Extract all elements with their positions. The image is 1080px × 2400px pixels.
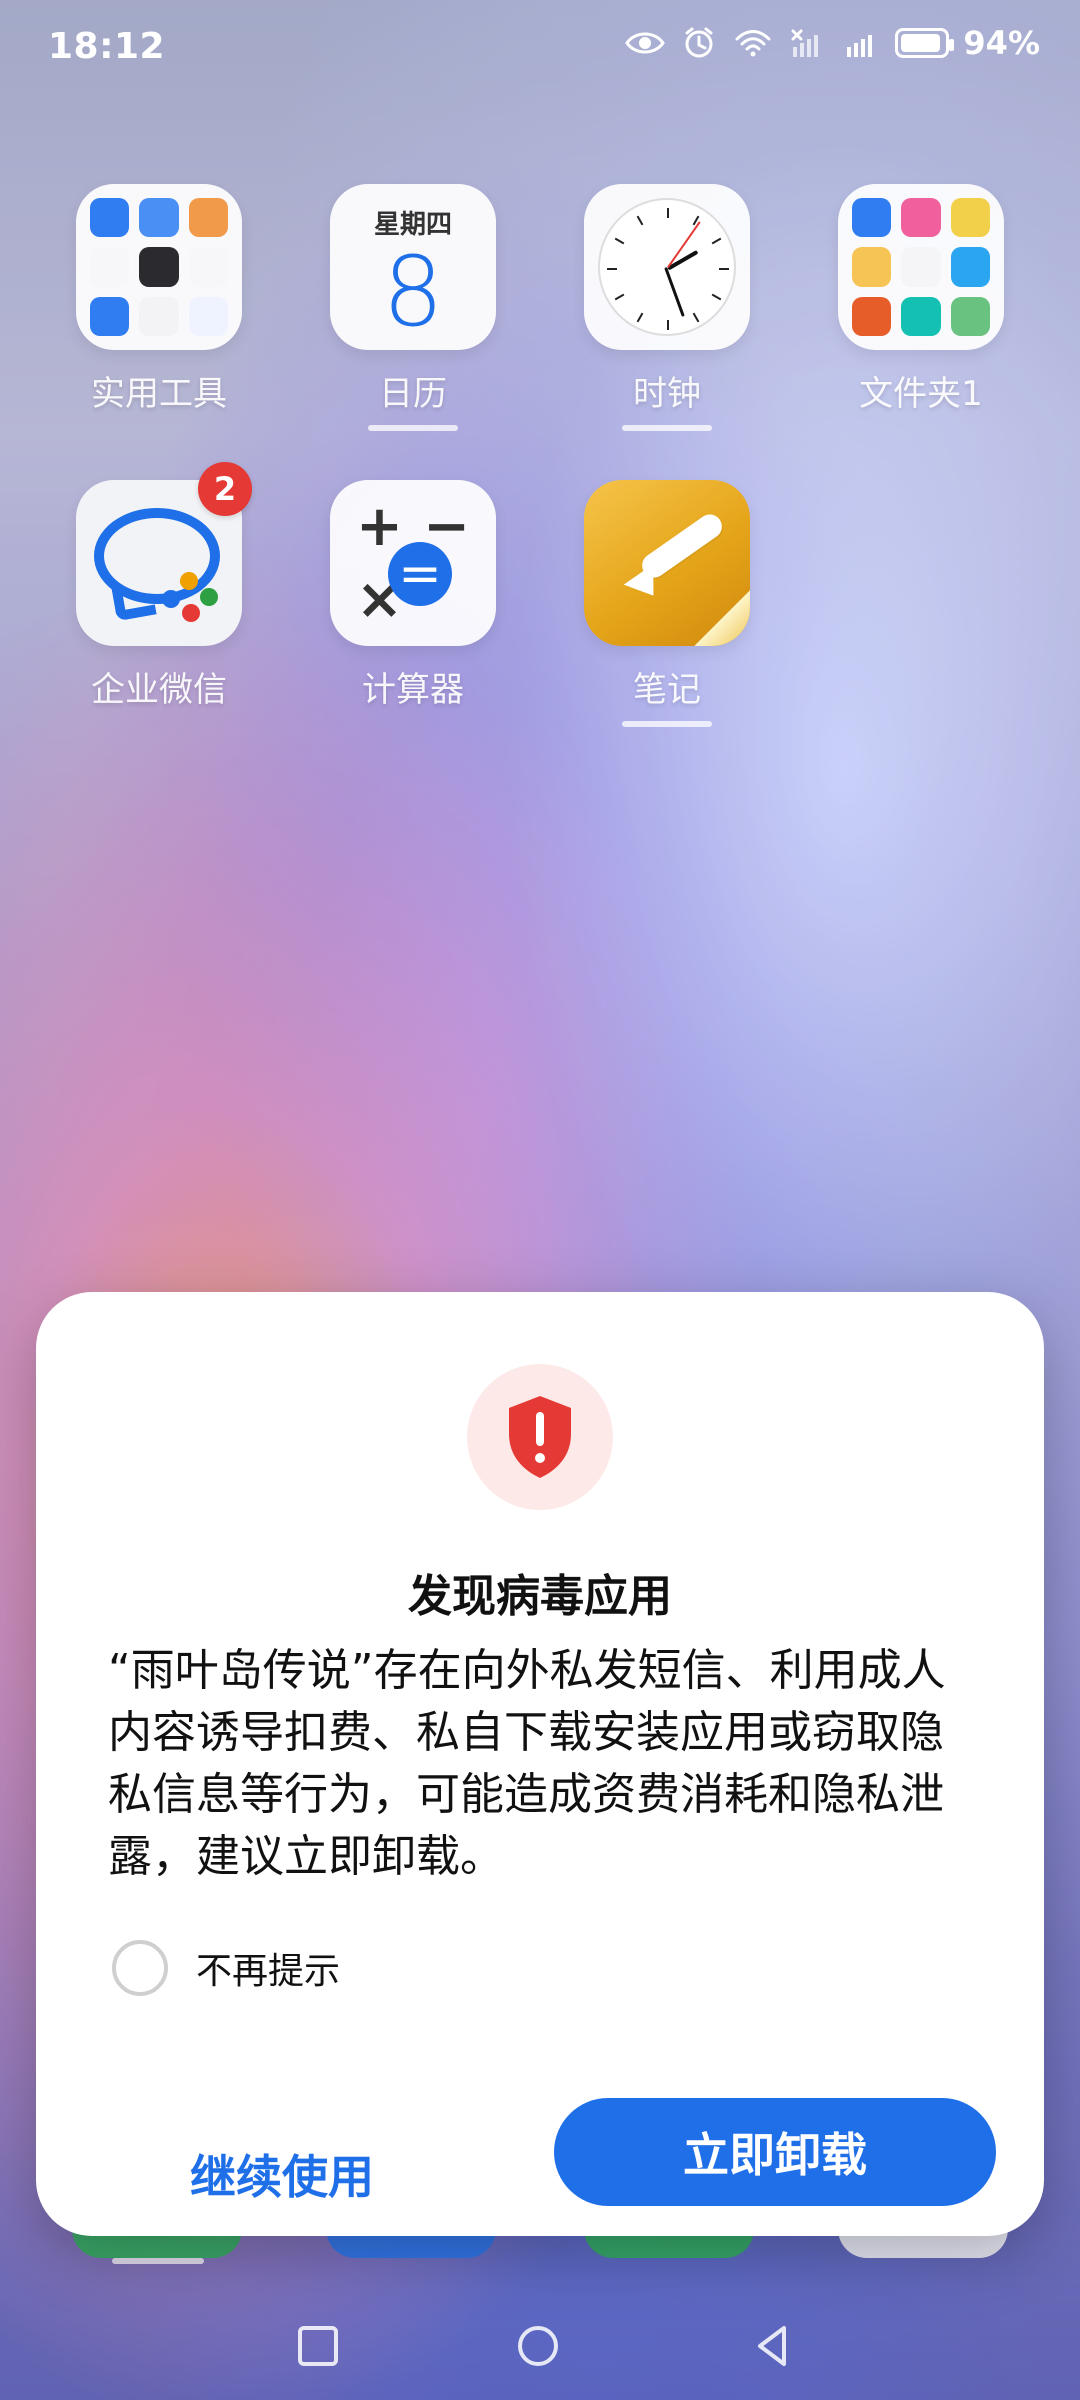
calculator-icon[interactable]: + − × =: [330, 480, 496, 646]
app-notes[interactable]: 笔记: [582, 480, 752, 727]
app-label: 实用工具: [91, 374, 227, 414]
notification-badge: 2: [198, 462, 252, 516]
wecom-icon[interactable]: 2: [76, 462, 252, 646]
calculator-symbols: + − × =: [356, 494, 470, 632]
mini-app-game-center-icon: [852, 247, 892, 287]
continue-using-button[interactable]: 继续使用: [132, 2134, 432, 2214]
mini-app-recorder-icon: [90, 247, 130, 287]
app-wecom[interactable]: 2 企业微信: [74, 462, 252, 711]
dialog-title: 发现病毒应用: [408, 1571, 672, 1622]
mini-app-appstore-icon: [852, 198, 892, 238]
alert-icon-container: [467, 1364, 613, 1510]
calendar-icon[interactable]: 星期四 8: [330, 184, 496, 350]
page-fold-icon: [694, 590, 750, 646]
do-not-remind-row[interactable]: 不再提示: [112, 1940, 340, 1996]
app-calculator[interactable]: + − × = 计算器: [328, 480, 498, 711]
status-bar: 18:12 94%: [0, 0, 1080, 100]
folder-preview-grid: [852, 198, 990, 336]
mini-app-box-icon: [139, 296, 179, 336]
mini-app-red-icon: [852, 296, 892, 336]
app-label: 企业微信: [91, 670, 227, 710]
app-folder-1[interactable]: 文件夹1: [836, 184, 1006, 415]
dialog-message: “雨叶岛传说”存在向外私发短信、利用成人内容诱导扣费、私自下载安装应用或窃取隐私…: [108, 1645, 946, 1882]
do-not-remind-label: 不再提示: [196, 1951, 341, 1992]
app-label: 文件夹1: [859, 374, 983, 414]
calendar-day: 8: [382, 236, 444, 348]
alarm-icon: [679, 25, 719, 61]
equals-icon: =: [388, 542, 452, 606]
do-not-remind-checkbox[interactable]: [112, 1940, 168, 1996]
mini-app-wallet-icon: [188, 198, 228, 238]
navigation-bar: [0, 2296, 1080, 2400]
mini-app-contacts-icon: [90, 198, 130, 238]
app-label: 日历: [379, 374, 447, 414]
eye-icon: [625, 25, 666, 61]
app-running-indicator: [622, 721, 712, 727]
battery-percent: 94%: [963, 24, 1040, 62]
status-icons: 94%: [625, 24, 1040, 62]
app-clock[interactable]: 时钟: [582, 184, 752, 431]
app-calendar[interactable]: 星期四 8 日历: [328, 184, 498, 431]
status-time: 18:12: [48, 26, 166, 67]
no-signal-icon: [787, 25, 827, 61]
wifi-icon: [733, 25, 773, 61]
app-running-indicator: [368, 425, 458, 431]
mini-app-game-icon: [950, 296, 990, 336]
app-label: 笔记: [633, 670, 701, 710]
clock-icon[interactable]: [584, 184, 750, 350]
recent-apps-icon[interactable]: [286, 2314, 350, 2378]
mini-app-wallet-icon: [950, 198, 990, 238]
virus-alert-dialog: 发现病毒应用 “雨叶岛传说”存在向外私发短信、利用成人内容诱导扣费、私自下载安装…: [36, 1292, 1044, 2236]
folder-icon[interactable]: [838, 184, 1004, 350]
shield-alert-icon: [503, 1394, 577, 1480]
mini-app-files-icon: [188, 296, 228, 336]
folder-preview-grid: [90, 198, 228, 336]
mini-app-compass-icon: [188, 247, 228, 287]
notes-icon[interactable]: [584, 480, 750, 646]
mini-app-themes-icon: [901, 198, 941, 238]
app-label: 时钟: [633, 374, 701, 414]
app-utility-tools[interactable]: 实用工具: [74, 184, 244, 415]
clock-face: [598, 198, 736, 336]
app-label: 计算器: [362, 670, 464, 710]
uninstall-now-button[interactable]: 立即卸载: [554, 2098, 996, 2206]
back-icon[interactable]: [740, 2314, 804, 2378]
home-icon[interactable]: [506, 2314, 570, 2378]
battery-icon: [895, 28, 955, 58]
mini-app-tap-icon: [901, 296, 941, 336]
dock-indicator: [112, 2258, 204, 2264]
mini-app-weather-icon: [139, 198, 179, 238]
mini-app-send-icon: [950, 247, 990, 287]
app-running-indicator: [622, 425, 712, 431]
folder-icon[interactable]: [76, 184, 242, 350]
4g-signal-icon: [841, 25, 881, 61]
mini-app-green-icon: [901, 247, 941, 287]
mini-app-phone-clone-icon: [90, 296, 130, 336]
mini-app-settings-icon: [139, 247, 179, 287]
